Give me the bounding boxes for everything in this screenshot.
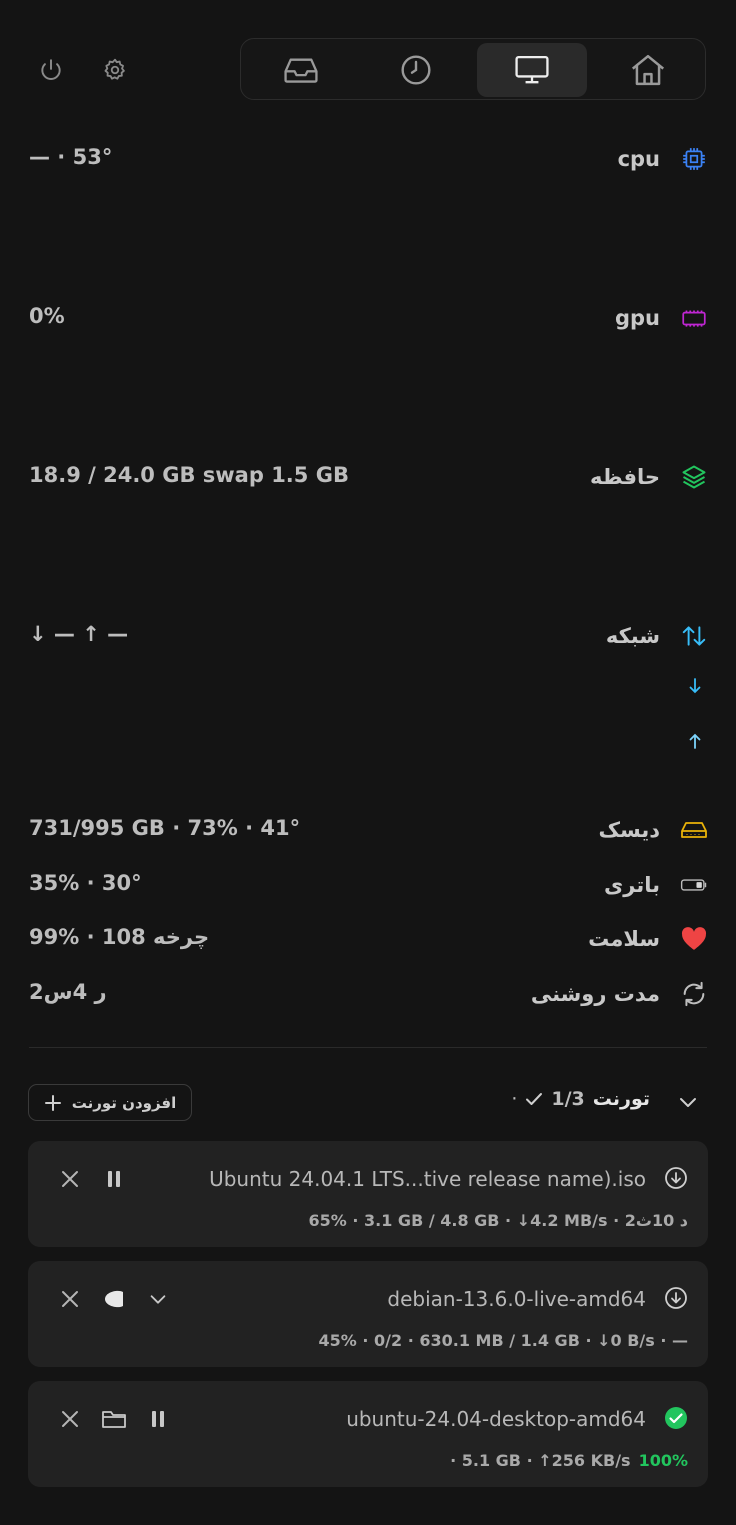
- home-icon: [630, 53, 666, 87]
- memory-label: حافظه: [590, 465, 660, 489]
- torrent-count: 1/3: [551, 1088, 585, 1110]
- torrent-percent: 100%: [638, 1451, 688, 1470]
- upload-legend-icon: [688, 732, 702, 750]
- battery-icon: [680, 871, 708, 899]
- power-icon: [38, 57, 64, 83]
- uptime-label: مدت روشنی: [530, 982, 660, 1006]
- gpu-icon: [680, 304, 708, 332]
- tab-history[interactable]: [361, 43, 471, 97]
- disk-value: 731/995 GB · 73% · 41°: [29, 816, 301, 840]
- disk-label: دیسک: [598, 818, 660, 842]
- network-value: ↓ — ↑ —: [29, 622, 129, 646]
- gpu-value: 0%: [29, 304, 65, 328]
- torrent-name: debian-13.6.0-live-amd64: [387, 1287, 646, 1311]
- network-label: شبکه: [605, 624, 660, 648]
- play-icon: [102, 1288, 126, 1310]
- torrent-name: Ubuntu 24.04.1 LTS...tive release name).…: [209, 1167, 646, 1191]
- remove-torrent-button[interactable]: [56, 1285, 84, 1313]
- torrent-detail-row: · 5.1 GB · ↑256 KB/s 100%: [450, 1451, 688, 1470]
- battery-value: 35% · 30°: [29, 871, 142, 895]
- torrent-item: ubuntu-24.04-desktop-amd64 · 5.1 GB · ↑2…: [28, 1381, 708, 1487]
- section-divider: [29, 1047, 707, 1048]
- settings-button[interactable]: [97, 52, 133, 88]
- check-circle-icon: [664, 1406, 688, 1430]
- download-legend-icon: [688, 677, 702, 695]
- torrent-item: debian-13.6.0-live-amd64 45% · 0/2 · 630…: [28, 1261, 708, 1367]
- pause-icon: [149, 1409, 167, 1429]
- monitor-icon: [514, 54, 550, 86]
- add-torrent-button[interactable]: افزودن تورنت: [28, 1084, 192, 1121]
- refresh-icon: [680, 980, 708, 1008]
- gear-icon: [102, 57, 128, 83]
- collapse-torrents-button[interactable]: [676, 1090, 700, 1114]
- add-torrent-label: افزودن تورنت: [71, 1093, 177, 1112]
- torrent-detail: · 5.1 GB · ↑256 KB/s: [450, 1451, 631, 1470]
- uptime-value: 2ر 4س: [29, 980, 107, 1004]
- inbox-icon: [283, 55, 319, 85]
- remove-torrent-button[interactable]: [56, 1405, 84, 1433]
- chevron-down-icon: [147, 1288, 169, 1310]
- cpu-value: — · 53°: [29, 145, 113, 169]
- torrent-section-title: تورنت: [592, 1088, 650, 1110]
- torrent-detail: 65% · 3.1 GB / 4.8 GB · ↓4.2 MB/s · د 10…: [308, 1211, 689, 1230]
- tab-system[interactable]: [477, 43, 587, 97]
- play-button[interactable]: [100, 1285, 128, 1313]
- close-icon: [60, 1169, 80, 1189]
- tab-inbox[interactable]: [246, 43, 356, 97]
- plus-icon: [44, 1094, 62, 1112]
- hard-drive-icon: [680, 816, 708, 844]
- battery-label: باتری: [604, 873, 660, 897]
- torrent-name: ubuntu-24.04-desktop-amd64: [346, 1407, 646, 1431]
- chevron-down-icon: [676, 1090, 700, 1114]
- memory-value: 18.9 / 24.0 GB swap 1.5 GB: [29, 463, 349, 487]
- download-circle-icon: [664, 1166, 688, 1190]
- power-button[interactable]: [33, 52, 69, 88]
- close-icon: [60, 1409, 80, 1429]
- tab-home[interactable]: [593, 43, 703, 97]
- gpu-label: gpu: [614, 306, 660, 330]
- pause-icon: [105, 1169, 123, 1189]
- torrent-dot: ·: [511, 1088, 518, 1110]
- pause-button[interactable]: [100, 1165, 128, 1193]
- close-icon: [60, 1289, 80, 1309]
- layers-icon: [680, 463, 708, 491]
- check-icon: [525, 1091, 543, 1107]
- arrows-up-down-icon: [680, 622, 708, 650]
- remove-torrent-button[interactable]: [56, 1165, 84, 1193]
- download-circle-icon: [664, 1286, 688, 1310]
- pause-button[interactable]: [144, 1405, 172, 1433]
- expand-files-button[interactable]: [144, 1285, 172, 1313]
- health-label: سلامت: [588, 927, 660, 951]
- open-folder-button[interactable]: [100, 1405, 128, 1433]
- cpu-label: cpu: [617, 147, 660, 171]
- clock-icon: [400, 54, 432, 86]
- torrent-summary: تورنت 1/3 ·: [511, 1088, 650, 1110]
- health-value: 99% · 108 چرخه: [29, 925, 210, 949]
- folder-icon: [101, 1408, 127, 1430]
- torrent-detail: 45% · 0/2 · 630.1 MB / 1.4 GB · ↓0 B/s ·…: [318, 1331, 688, 1350]
- heart-icon: [680, 925, 708, 953]
- view-tabs: [240, 38, 706, 100]
- torrent-item: Ubuntu 24.04.1 LTS...tive release name).…: [28, 1141, 708, 1247]
- cpu-chip-icon: [680, 145, 708, 173]
